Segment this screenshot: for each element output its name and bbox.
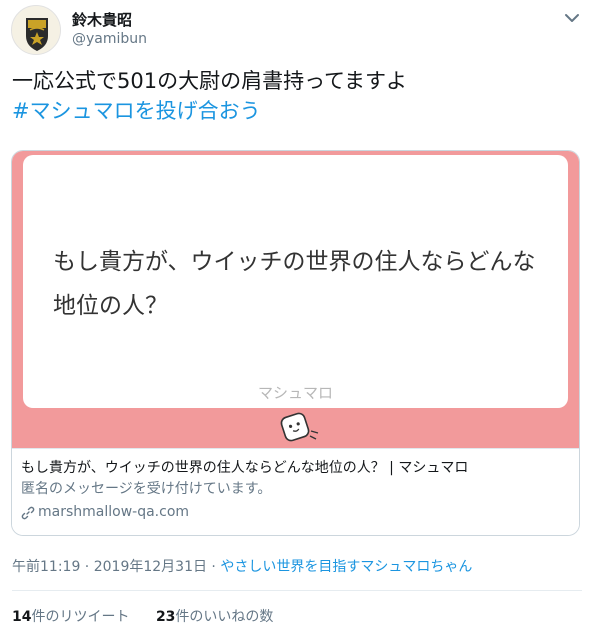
avatar[interactable]	[11, 5, 61, 55]
card-description: 匿名のメッセージを受け付けています。	[21, 481, 272, 497]
user-handle[interactable]: @yamibun	[72, 31, 147, 47]
retweets-stat[interactable]: 14件のリツイート	[12, 609, 129, 625]
card-image: もし貴方が、ウイッチの世界の住人ならどんな地位の人？ マシュマロ	[12, 151, 579, 448]
card-brand: マシュマロ	[257, 384, 333, 402]
likes-label: 件のいいねの数	[175, 609, 274, 625]
tweet-date[interactable]: 2019年12月31日	[94, 559, 207, 575]
meta-separator: ·	[80, 559, 94, 575]
user-name[interactable]: 鈴木貴昭	[72, 9, 132, 30]
card-domain-row: marshmallow-qa.com	[21, 503, 570, 522]
card-question: もし貴方が、ウイッチの世界の住人ならどんな地位の人？	[53, 249, 536, 319]
source-app-link[interactable]: やさしい世界を目指すマシュマロちゃん	[220, 559, 472, 575]
afrika-korps-emblem-icon	[12, 6, 60, 54]
hashtag-link[interactable]: #マシュマロを投げ合おう	[12, 96, 582, 126]
likes-stat[interactable]: 23件のいいねの数	[156, 609, 273, 625]
meta-separator: ·	[206, 559, 221, 575]
tweet-stats: 14件のリツイート 23件のいいねの数	[12, 606, 295, 626]
likes-count: 23	[155, 609, 176, 625]
tweet-time[interactable]: 午前11:19	[12, 559, 80, 575]
card-domain: marshmallow-qa.com	[38, 504, 190, 520]
chevron-down-icon[interactable]	[563, 9, 581, 27]
retweets-label: 件のリツイート	[31, 609, 130, 625]
link-card[interactable]: もし貴方が、ウイッチの世界の住人ならどんな地位の人？ マシュマロ もし貴方が、ウ…	[11, 150, 580, 536]
tweet-meta: 午前11:19 · 2019年12月31日 · やさしい世界を目指すマシュマロち…	[12, 556, 472, 576]
tweet-text: 一応公式で501の大尉の肩書持ってますよ #マシュマロを投げ合おう	[12, 66, 582, 126]
tweet-body: 一応公式で501の大尉の肩書持ってますよ	[12, 69, 407, 93]
link-icon	[21, 506, 35, 519]
question-panel: もし貴方が、ウイッチの世界の住人ならどんな地位の人？ マシュマロ	[23, 155, 568, 408]
card-title: もし貴方が、ウイッチの世界の住人ならどんな地位の人？ | マシュマロ	[21, 460, 469, 476]
marshmallow-mascot-icon	[280, 412, 319, 442]
divider	[12, 590, 582, 591]
card-body: もし貴方が、ウイッチの世界の住人ならどんな地位の人？ | マシュマロ 匿名のメッ…	[12, 448, 579, 535]
retweets-count: 14	[12, 609, 32, 625]
